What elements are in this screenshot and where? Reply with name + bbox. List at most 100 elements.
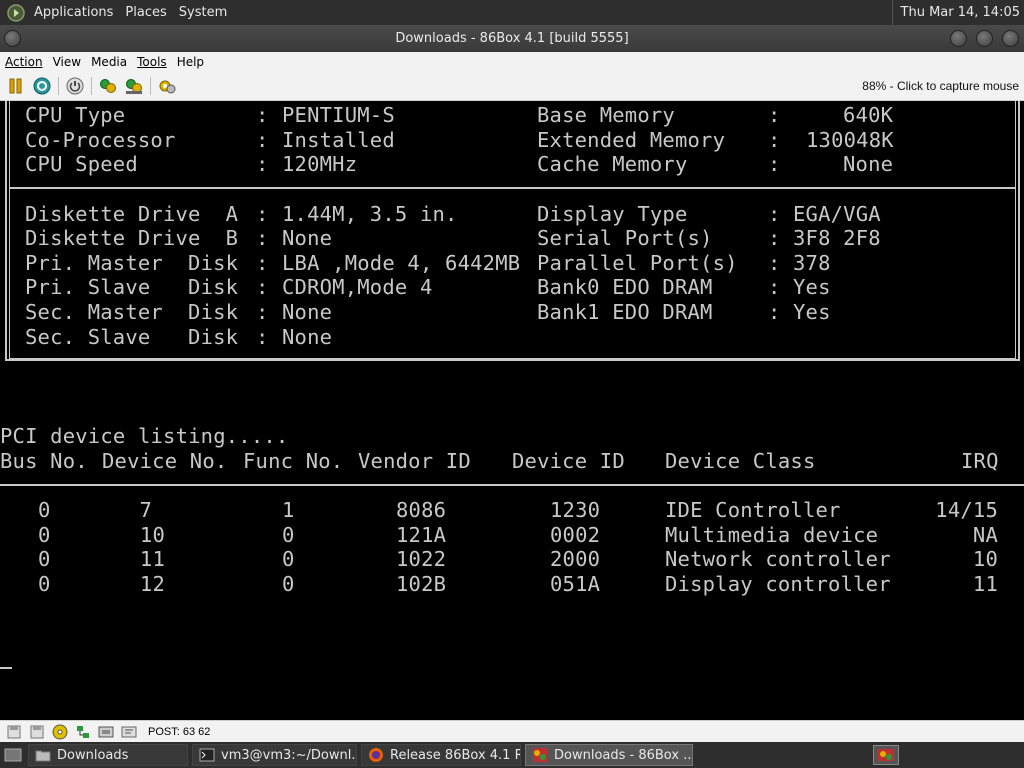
task-86box[interactable]: Downloads - 86Box ... (525, 744, 693, 766)
menubar: Action View Media Tools Help (0, 52, 1024, 72)
menu-action[interactable]: Action (0, 55, 48, 69)
pci-row-vendor: 121A (396, 523, 447, 547)
colon: : (256, 202, 269, 226)
colon: : (256, 103, 269, 127)
bank1-value: Yes (793, 300, 831, 324)
pci-row-class: Display controller (665, 572, 891, 596)
coproc-label: Co-Processor (25, 128, 176, 152)
show-desktop-icon[interactable] (4, 745, 24, 765)
minimize-icon[interactable] (950, 30, 967, 47)
hard-disk-icon[interactable] (97, 724, 115, 740)
task-label: Release 86Box 4.1 R... (390, 747, 521, 763)
terminal-icon (199, 748, 215, 762)
menu-tools[interactable]: Tools (132, 55, 172, 69)
pri-master-label: Pri. Master Disk (25, 251, 239, 275)
bank0-value: Yes (793, 275, 831, 299)
maximize-icon[interactable] (976, 30, 993, 47)
pci-col-device: Device No. (102, 449, 228, 473)
workspace-switcher-icon[interactable] (873, 745, 899, 765)
pci-row-vendor: 8086 (396, 498, 447, 522)
colon: : (768, 226, 781, 250)
pci-col-class: Device Class (665, 449, 816, 473)
cdrom-icon[interactable] (51, 724, 69, 740)
folder-icon (35, 750, 51, 762)
pci-row-func: 0 (282, 523, 295, 547)
pci-row-func: 0 (282, 547, 295, 571)
pci-row-bus: 0 (38, 498, 51, 522)
cache-memory-label: Cache Memory (537, 152, 688, 176)
task-downloads[interactable]: Downloads (28, 744, 188, 766)
pci-row-irq: 14/15 (935, 498, 998, 522)
colon: : (256, 275, 269, 299)
sec-master-label: Sec. Master Disk (25, 300, 239, 324)
drive-b-label: Diskette Drive B (25, 226, 239, 250)
parallel-ports-label: Parallel Port(s) (537, 251, 738, 275)
ctrl-alt-del-icon[interactable] (32, 76, 52, 96)
pci-row-vendor: 102B (396, 572, 447, 596)
vm-display[interactable]: CPU Type : PENTIUM-S Co-Processor : Inst… (0, 101, 1024, 720)
pci-row-vendor: 1022 (396, 547, 447, 571)
colon: : (256, 128, 269, 152)
pci-listing-heading: PCI device listing..... (0, 424, 289, 448)
pci-row-device: 051A (550, 572, 601, 596)
menu-view[interactable]: View (48, 55, 86, 69)
pri-slave-value: CDROM,Mode 4 (282, 275, 433, 299)
power-icon[interactable] (65, 76, 85, 96)
pci-row-device: 0002 (550, 523, 601, 547)
menu-help[interactable]: Help (172, 55, 209, 69)
pause-icon[interactable] (6, 76, 26, 96)
task-terminal[interactable]: vm3@vm3:~/Downl... (192, 744, 357, 766)
system-menu[interactable]: System (173, 0, 233, 25)
colon: : (768, 152, 781, 176)
menu-media[interactable]: Media (86, 55, 132, 69)
cache-memory-value: None (843, 152, 894, 176)
gnome-foot-icon[interactable] (6, 3, 26, 23)
toolbar-separator (150, 77, 151, 95)
task-firefox[interactable]: Release 86Box 4.1 R... (361, 744, 521, 766)
window-titlebar[interactable]: Downloads - 86Box 4.1 [build 5555] (0, 25, 1024, 52)
pci-row-irq: 11 (972, 572, 998, 596)
colon: : (256, 152, 269, 176)
places-menu[interactable]: Places (119, 0, 172, 25)
drive-b-value: None (282, 226, 333, 250)
mouse-capture-status[interactable]: 88% - Click to capture mouse (862, 72, 1019, 101)
top-panel: Applications Places System Thu Mar 14, 1… (0, 0, 1024, 25)
cpu-type-value: PENTIUM-S (282, 103, 395, 127)
pci-row-irq: NA (972, 523, 998, 547)
close-icon[interactable] (1002, 30, 1019, 47)
taskbar: Downloads vm3@vm3:~/Downl... Release 86B… (0, 742, 1024, 768)
drive-a-label: Diskette Drive A (25, 202, 239, 226)
coproc-value: Installed (282, 128, 395, 152)
window-title: Downloads - 86Box 4.1 [build 5555] (395, 31, 629, 46)
pci-row-dev: 11 (139, 547, 165, 571)
pci-col-devid: Device ID (512, 449, 625, 473)
applications-menu[interactable]: Applications (28, 0, 119, 25)
pci-row-irq: 10 (972, 547, 998, 571)
pci-row-bus: 0 (38, 547, 51, 571)
pci-header-divider (0, 484, 1024, 486)
sound-icon[interactable] (120, 724, 138, 740)
pci-col-vendor: Vendor ID (358, 449, 471, 473)
colon: : (768, 103, 781, 127)
floppy-a-icon[interactable] (5, 724, 23, 740)
sec-slave-value: None (282, 325, 333, 349)
clock[interactable]: Thu Mar 14, 14:05 (891, 0, 1020, 25)
network-icon[interactable] (74, 724, 92, 740)
colon: : (256, 325, 269, 349)
hardware-icon[interactable] (157, 76, 177, 96)
settings-icon[interactable] (98, 76, 118, 96)
bank1-label: Bank1 EDO DRAM (537, 300, 713, 324)
colon: : (768, 251, 781, 275)
toolbar-separator (58, 77, 59, 95)
window-menu-icon[interactable] (4, 30, 21, 47)
ext-memory-value: 130048K (806, 128, 894, 152)
colon: : (768, 202, 781, 226)
pci-row-dev: 10 (139, 523, 165, 547)
toolbar-separator (91, 77, 92, 95)
86box-icon (533, 748, 547, 762)
base-memory-label: Base Memory (537, 103, 675, 127)
serial-ports-value: 3F8 2F8 (793, 226, 881, 250)
floppy-b-icon[interactable] (28, 724, 46, 740)
parallel-ports-value: 378 (793, 251, 831, 275)
settings-alt-icon[interactable] (124, 76, 144, 96)
